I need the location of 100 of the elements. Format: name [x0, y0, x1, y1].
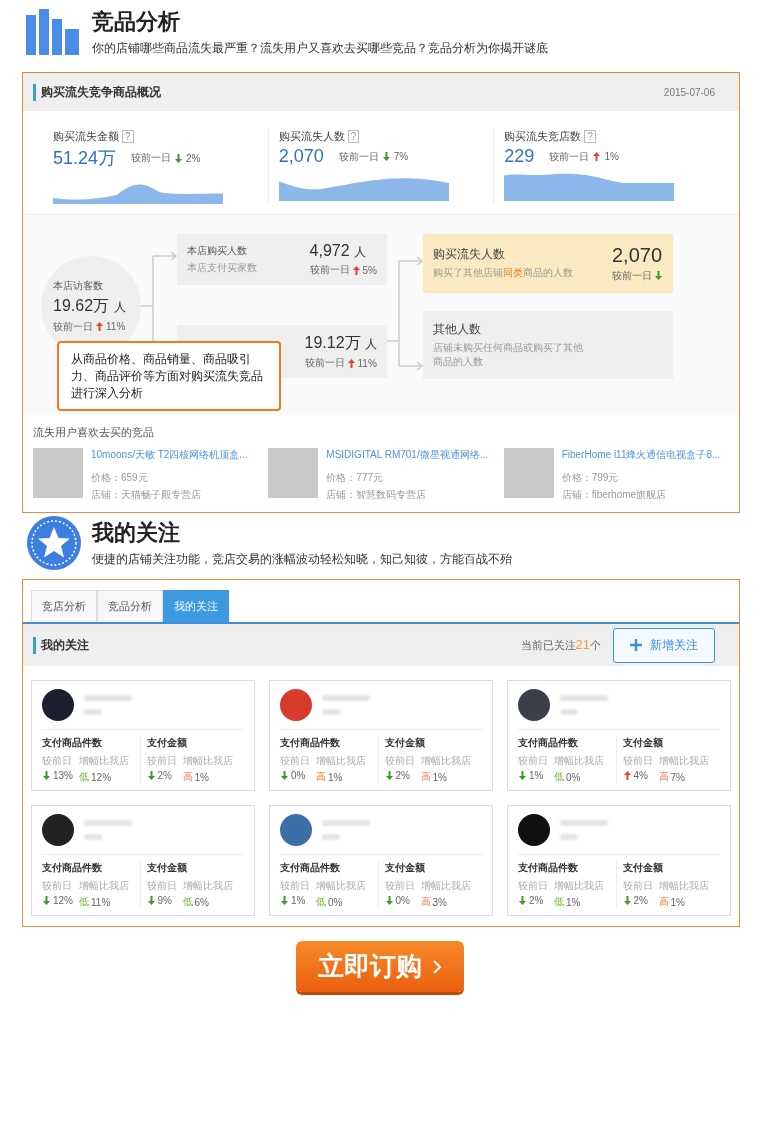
compare-tag: 低: [554, 770, 564, 784]
stat-value: 1%: [529, 770, 544, 781]
product-shop: 店铺：fiberhome旗舰店: [561, 488, 668, 502]
stat-value: 1%: [432, 771, 447, 783]
stat-value: 1%: [328, 771, 343, 783]
bar-chart-icon: [26, 9, 82, 55]
stat-label: 较前日: [42, 879, 73, 893]
product-price: 价格：659元: [91, 471, 149, 485]
compare-tag: 低: [79, 770, 89, 784]
help-icon[interactable]: ?: [347, 130, 360, 143]
tab[interactable]: 竞品分析: [97, 590, 163, 622]
stat-value: 1%: [291, 895, 306, 906]
stat-label: 增幅比我店: [182, 754, 233, 768]
stat-label: 较前日: [518, 754, 548, 768]
stat-title: 支付金额: [384, 861, 426, 875]
tab[interactable]: 我的关注: [163, 590, 229, 622]
tab[interactable]: 竞店分析: [31, 590, 97, 622]
metric-label: 购买流失金额: [53, 129, 119, 144]
callout-box: 从商品价格、商品销量、商品吸引力、商品评价等方面对购买流失竞品进行深入分析: [57, 341, 281, 412]
stat-label: 增幅比我店: [420, 754, 471, 768]
product-link[interactable]: FiberHome i11烽火通信电视盒子8...: [561, 448, 721, 462]
order-button[interactable]: 立即订购: [296, 941, 464, 992]
stat-value: 2%: [633, 895, 648, 906]
compare-label: 较前一日: [131, 151, 172, 165]
compare-tag: 高: [420, 895, 431, 909]
stat-title: 支付商品件数: [280, 861, 341, 875]
product-photo-placeholder: [268, 448, 319, 498]
product-price: 价格：777元: [326, 471, 384, 485]
compare-tag: 高: [658, 770, 669, 784]
blurred-text: [322, 834, 340, 840]
buyers-value: 4,972: [309, 242, 350, 259]
product-photo-placeholder: [503, 448, 554, 498]
stat-label: 较前日: [42, 754, 73, 768]
compare-label: 较前一日: [53, 319, 93, 334]
stat-title: 支付商品件数: [42, 861, 103, 875]
stat-label: 增幅比我店: [79, 879, 129, 893]
chevron-right-icon: [432, 958, 442, 975]
stat-title: 支付商品件数: [518, 736, 579, 750]
non-buyers-value: 19.12万: [304, 334, 361, 351]
stat-value: 0%: [328, 896, 343, 908]
compare-tag: 高: [316, 770, 326, 784]
stat-value: 2%: [157, 770, 172, 781]
stat-value: 12%: [53, 895, 73, 906]
star-badge-icon: [26, 515, 82, 571]
blurred-text: [84, 834, 102, 840]
blurred-text: [560, 709, 578, 715]
stat-label: 增幅比我店: [554, 879, 604, 893]
stat-value: 13%: [53, 770, 73, 781]
compare-tag: 低: [79, 895, 89, 909]
visitors-label: 本店访客数: [53, 278, 104, 293]
help-icon[interactable]: ?: [122, 130, 134, 143]
stat-value: 6%: [194, 896, 209, 908]
compare-label: 较前一日: [338, 149, 379, 164]
visitors-value: 19.62万: [53, 296, 110, 314]
product-link[interactable]: 10moons/天敏 T2四核网络机顶盒...: [91, 448, 248, 462]
stat-label: 增幅比我店: [316, 754, 366, 768]
stat-label: 较前日: [146, 754, 177, 768]
change-value: 11%: [106, 321, 126, 332]
blurred-text: [84, 695, 132, 701]
compare-tag: 高: [420, 770, 431, 784]
metric-value: 2,070: [278, 146, 324, 167]
blurred-text: [322, 820, 370, 826]
count-unit: 个: [590, 639, 601, 651]
compare-label: 较前一日: [309, 263, 350, 277]
stat-label: 较前日: [622, 754, 653, 768]
blurred-text: [322, 695, 370, 701]
stat-value: 1%: [194, 771, 209, 783]
compare-tag: 高: [182, 770, 193, 784]
section-subtitle: 你的店铺哪些商品流失最严重？流失用户又喜欢去买哪些竞品？竞品分析为你揭开谜底: [92, 40, 548, 57]
stat-title: 支付金额: [622, 861, 664, 875]
change-value: 7%: [393, 151, 409, 162]
compare-label: 较前一日: [304, 356, 345, 370]
panel-title: 我的关注: [33, 636, 521, 654]
product-price: 价格：799元: [561, 471, 620, 485]
unit-label: 人: [113, 299, 126, 314]
stat-label: 较前日: [384, 879, 415, 893]
stat-label: 增幅比我店: [420, 879, 471, 893]
add-follow-button[interactable]: 新增关注: [613, 627, 715, 663]
plus-icon: [630, 639, 642, 651]
blurred-text: [560, 834, 578, 840]
buyers-description: 本店支付买家数: [187, 261, 257, 275]
card-description: 购买了其他店铺同类商品的人数: [433, 266, 573, 280]
blurred-text: [84, 709, 102, 715]
stat-value: 3%: [432, 896, 447, 908]
change-value: 5%: [362, 264, 377, 276]
card-label: 其他人数: [433, 320, 482, 338]
metric-label: 购买流失人数: [278, 129, 345, 144]
panel-title: 购买流失竞争商品概况: [33, 83, 664, 101]
card-value: 2,070: [612, 243, 663, 267]
stat-label: 增幅比我店: [316, 879, 366, 893]
blurred-text: [560, 820, 608, 826]
date-label: 2015-07-06: [663, 86, 715, 98]
help-icon[interactable]: ?: [584, 130, 596, 143]
stat-title: 支付商品件数: [518, 861, 579, 875]
unit-label: 人: [354, 245, 367, 259]
card-description: 店铺未购买任何商品或购买了其他商品的人数: [433, 340, 583, 369]
stat-value: 1%: [566, 896, 581, 908]
stat-label: 增幅比我店: [182, 879, 233, 893]
product-link[interactable]: MSIDIGITAL RM701/微星视通网络...: [326, 448, 489, 462]
stat-value: 2%: [395, 770, 410, 781]
